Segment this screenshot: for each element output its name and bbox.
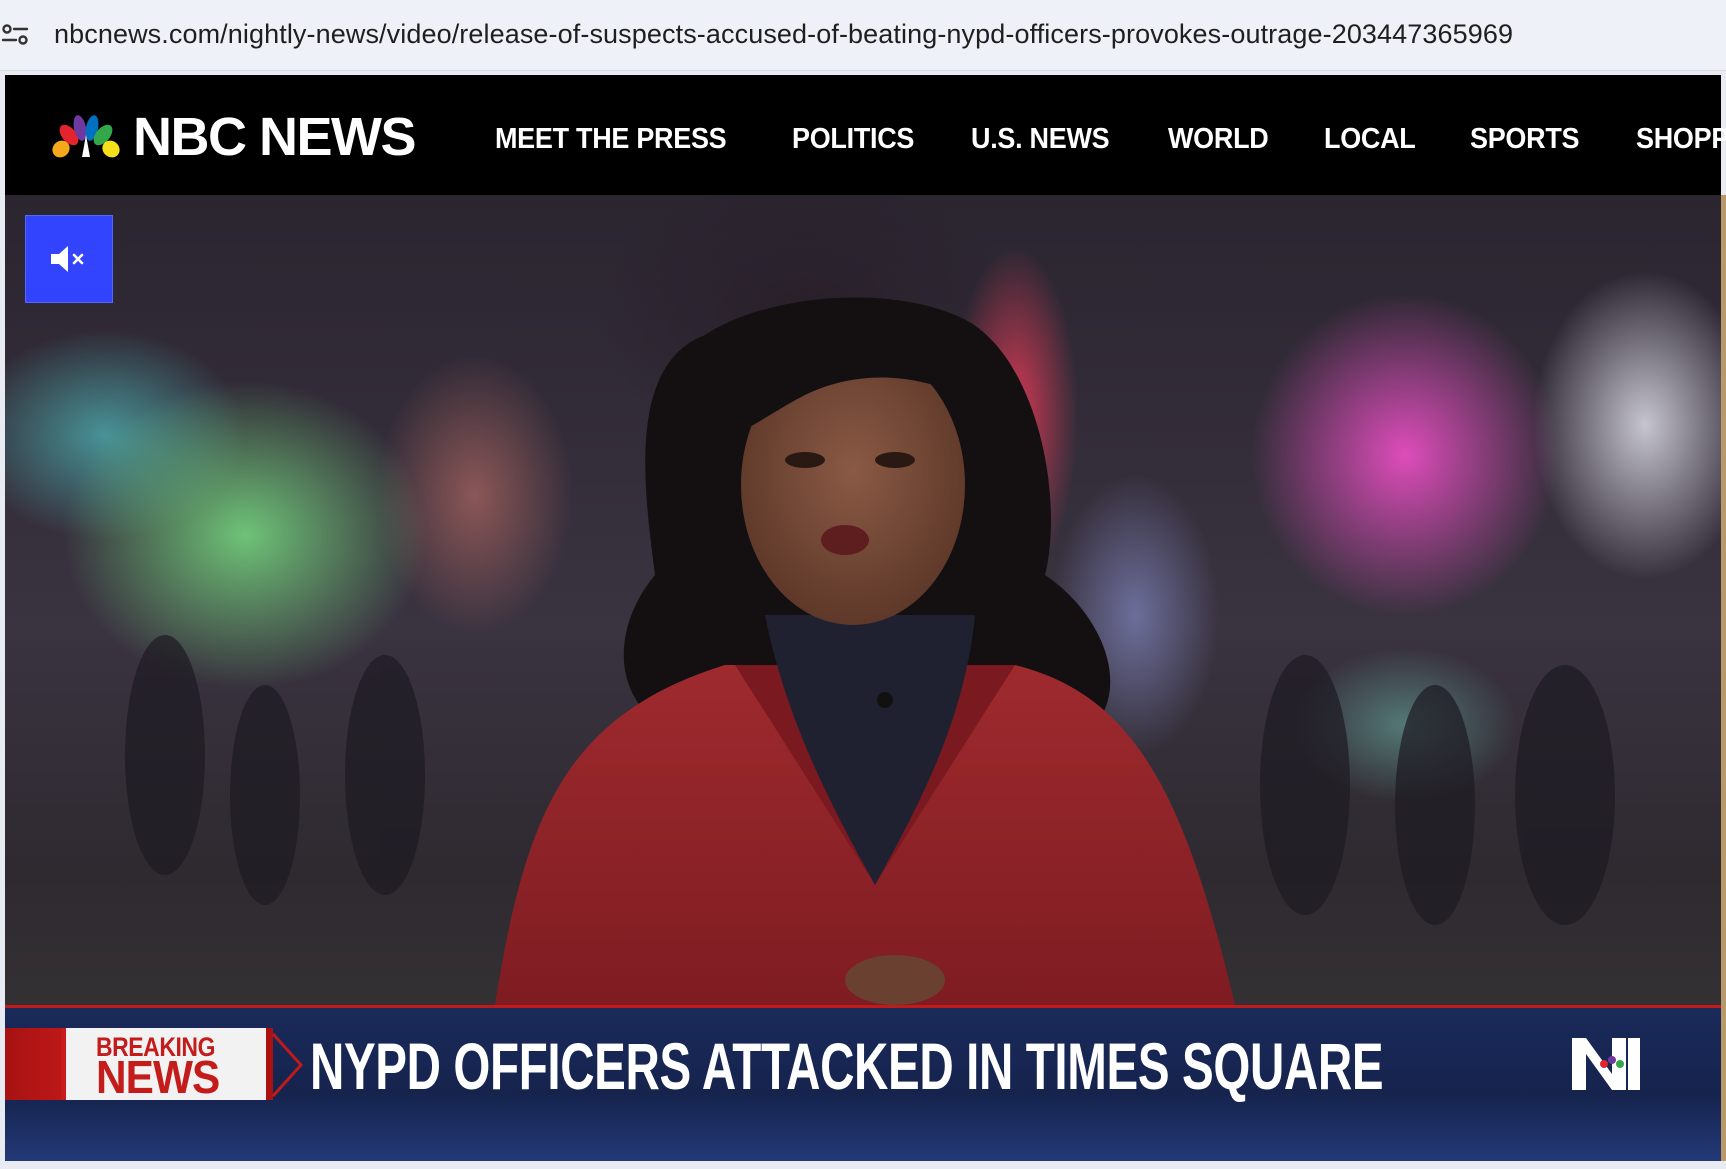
video-player[interactable]: BREAKING NEWS NYPD OFFICERS ATTACKED IN … — [5, 195, 1721, 1161]
news-label: NEWS — [96, 1051, 220, 1103]
url-text[interactable]: nbcnews.com/nightly-news/video/release-o… — [54, 14, 1513, 54]
speaker-muted-icon — [51, 246, 84, 272]
nbc-nightly-news-logo-icon — [1572, 1038, 1640, 1090]
breaking-news-box: BREAKING NEWS — [61, 1028, 266, 1100]
headline: NYPD OFFICERS ATTACKED IN TIMES SQUARE — [310, 1029, 1384, 1103]
site-settings-icon[interactable] — [0, 18, 32, 50]
breaking-news-badge: BREAKING NEWS — [5, 1028, 273, 1100]
chevron-right-icon — [271, 1032, 304, 1098]
nav-shopping[interactable]: SHOPPING — [1636, 119, 1726, 159]
brand-name: NBC NEWS — [133, 107, 417, 167]
page-edge — [1721, 195, 1726, 1161]
nav-us-news[interactable]: U.S. NEWS — [971, 119, 1110, 159]
main-nav: MEET THE PRESS POLITICS U.S. NEWS WORLD … — [495, 119, 1726, 159]
nav-local[interactable]: LOCAL — [1324, 119, 1416, 159]
browser-address-bar[interactable]: nbcnews.com/nightly-news/video/release-o… — [0, 0, 1726, 71]
nav-meet-the-press[interactable]: MEET THE PRESS — [495, 119, 727, 159]
nav-sports[interactable]: SPORTS — [1470, 119, 1580, 159]
lower-third-banner: BREAKING NEWS NYPD OFFICERS ATTACKED IN … — [5, 1005, 1721, 1161]
site-header: NBC NEWS MEET THE PRESS POLITICS U.S. NE… — [5, 75, 1726, 195]
nbc-news-logo[interactable]: NBC NEWS — [49, 107, 417, 167]
mute-button[interactable] — [25, 215, 113, 303]
peacock-icon — [52, 115, 120, 158]
nav-politics[interactable]: POLITICS — [792, 119, 914, 159]
nav-world[interactable]: WORLD — [1168, 119, 1269, 159]
